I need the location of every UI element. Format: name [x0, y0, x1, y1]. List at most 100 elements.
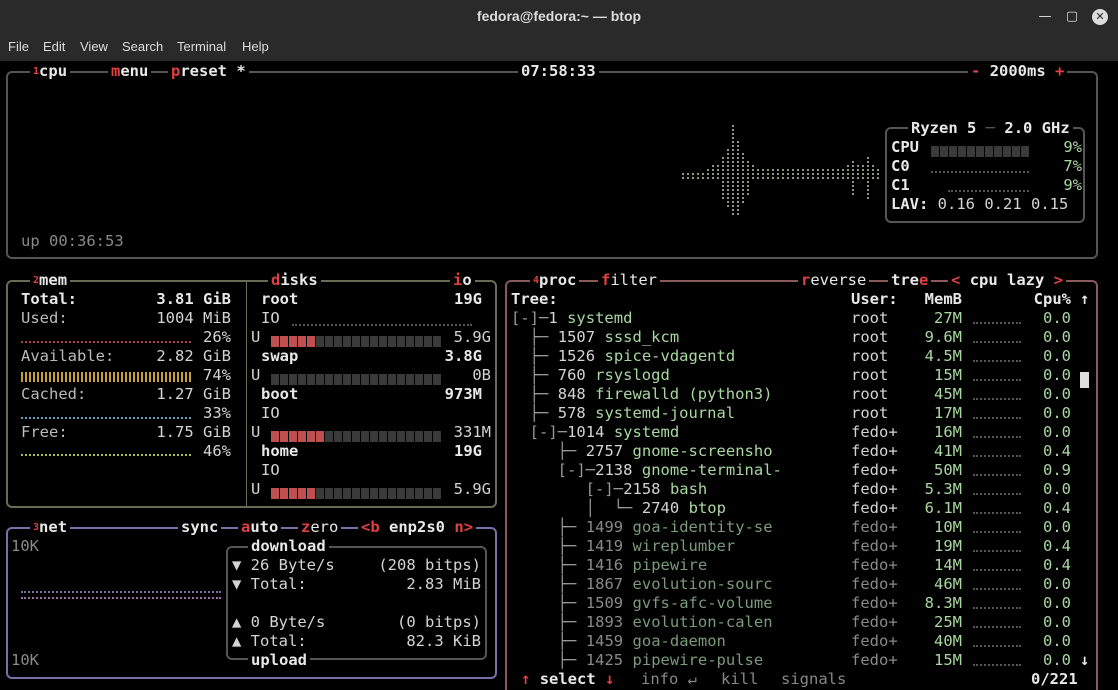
mem-used-value: 1004 MiB [156, 309, 231, 327]
menu-search[interactable]: Search [122, 39, 163, 54]
cpu-graph-dot [827, 169, 829, 171]
cpu-preset-button[interactable]: preset * [168, 62, 249, 81]
process-cpu: 0.4 [1043, 556, 1071, 574]
process-row[interactable]: ├─ 1509 gvfs-afc-volume fedo+ 8.3M 0.0 [511, 594, 1079, 613]
process-row[interactable]: ├─ 1507 sssd_kcm root 9.6M 0.0 [511, 328, 1079, 347]
net-download-graph [21, 591, 221, 593]
proc-info-button[interactable]: info ↵ [638, 670, 701, 689]
menu-view[interactable]: View [80, 39, 108, 54]
proc-reverse-toggle[interactable]: reverse [798, 271, 870, 290]
cpu-interval[interactable]: - 2000ms + [968, 62, 1068, 81]
proc-filter-button[interactable]: filter [598, 271, 661, 290]
process-row[interactable]: ├─ 1459 goa-daemon fedo+ 40M 0.0 [511, 632, 1079, 651]
process-row[interactable]: ├─ 1526 spice-vdagentd root 4.5M 0.0 [511, 347, 1079, 366]
process-row[interactable]: ├─ 578 systemd-journal root 17M 0.0 [511, 404, 1079, 423]
proc-header-tree[interactable]: Tree: [511, 290, 558, 309]
process-row[interactable]: [-]─ 1014 systemd fedo+ 16M 0.0 [511, 423, 1079, 442]
proc-select-control[interactable]: ↑ select ↓ [518, 670, 618, 689]
cpu-graph-dot [832, 173, 834, 175]
disk-swap-used: 0B [472, 366, 491, 384]
cpu-graph-dot [827, 173, 829, 175]
cpu-graph-dot [807, 177, 809, 179]
proc-header-mem[interactable]: MemB [910, 290, 962, 309]
disks-io-toggle[interactable]: io [450, 271, 475, 290]
cpu-graph-dot [762, 169, 764, 171]
process-tree-branch: [-]─ [511, 423, 567, 441]
cpu-graph-dot [742, 197, 744, 199]
proc-tree-toggle[interactable]: tree [888, 271, 932, 290]
net-interface-selector[interactable]: <b enp2s0 n> [358, 518, 477, 537]
net-sync-toggle[interactable]: sync [178, 518, 222, 537]
maximize-icon[interactable]: ▢ [1064, 9, 1080, 25]
process-row[interactable]: [-]─ 2158 bash fedo+ 5.3M 0.0 [511, 480, 1079, 499]
cpu-graph-dot [792, 169, 794, 171]
process-tree-branch: ├─ [511, 575, 586, 593]
process-row[interactable]: ├─ 1867 evolution-sourc fedo+ 46M 0.0 [511, 575, 1079, 594]
disk-root-size: 19G [454, 290, 482, 308]
cpu-graph-dot [762, 173, 764, 175]
core1-label: C1 [891, 176, 910, 194]
disk-boot-used-label: U [251, 423, 261, 441]
cpu-graph-dot [722, 177, 724, 179]
proc-header-cpu[interactable]: Cpu% [1020, 290, 1071, 309]
process-row[interactable]: ├─ 2757 gnome-screensho fedo+ 41M 0.4 [511, 442, 1079, 461]
net-zero-toggle[interactable]: zero [298, 518, 342, 537]
cpu-graph-dot [737, 161, 739, 163]
process-cpu-graph [973, 379, 1021, 381]
cpu-menu-button[interactable]: menu [108, 62, 152, 81]
net-auto-toggle[interactable]: auto [238, 518, 282, 537]
proc-header-user[interactable]: User: [851, 290, 898, 309]
proc-signals-button[interactable]: signals [778, 670, 850, 689]
cpu-graph-dot [732, 205, 734, 207]
menu-help[interactable]: Help [242, 39, 269, 54]
cpu-graph-dot [727, 153, 729, 155]
disks-title[interactable]: disks [268, 271, 321, 290]
process-cpu: 0.0 [1043, 651, 1071, 669]
proc-kill-button[interactable]: kill [718, 670, 762, 689]
cpu-graph-dot [832, 177, 834, 179]
proc-sort-selector[interactable]: < cpu lazy > [948, 271, 1067, 290]
window-titlebar[interactable]: fedora@fedora:~ — btop — ▢ ✕ [0, 0, 1118, 34]
disk-home-used: 5.9G [453, 480, 491, 498]
scroll-up-icon[interactable]: ↑ [1080, 290, 1089, 309]
process-row[interactable]: ├─ 1419 wireplumber fedo+ 19M 0.4 [511, 537, 1079, 556]
cpu-graph-dot [807, 169, 809, 171]
terminal-area[interactable]: 1cpu menu preset * 07:58:33 - 2000ms + u… [0, 61, 1118, 690]
mem-used-pct: 26% [203, 328, 231, 346]
menu-file[interactable]: File [8, 39, 29, 54]
cpu-graph-dot [842, 169, 844, 171]
menu-edit[interactable]: Edit [43, 39, 65, 54]
cpu-graph-dot [732, 193, 734, 195]
net-upload-bits: (0 bitps) [397, 613, 481, 631]
process-name: rsyslogd [595, 366, 670, 384]
cpu-graph-dot [752, 169, 754, 171]
process-pid: 2138 [595, 461, 633, 479]
menu-terminal[interactable]: Terminal [177, 39, 226, 54]
process-row[interactable]: ├─ 760 rsyslogd root 15M 0.0 [511, 366, 1079, 385]
process-name: goa-identity-se [632, 518, 773, 536]
core0-label: C0 [891, 157, 910, 175]
cpu-graph-dot [727, 205, 729, 207]
process-cpu-graph [973, 474, 1021, 476]
process-row[interactable]: │ └─ 2740 btop fedo+ 6.1M 0.4 [511, 499, 1079, 518]
process-cpu: 0.0 [1043, 632, 1071, 650]
process-tree-branch: ├─ [511, 347, 558, 365]
process-row[interactable]: [-]─ 1 systemd root 27M 0.0 [511, 309, 1079, 328]
proc-scrollbar[interactable] [1080, 372, 1089, 388]
cpu-graph-dot [722, 197, 724, 199]
cpu-graph-dot [737, 177, 739, 179]
uptime: up 00:36:53 [21, 232, 124, 250]
close-icon[interactable]: ✕ [1092, 9, 1108, 25]
process-cpu: 0.0 [1043, 518, 1071, 536]
process-row[interactable]: ├─ 1499 goa-identity-se fedo+ 10M 0.0 [511, 518, 1079, 537]
process-row[interactable]: ├─ 1893 evolution-calen fedo+ 25M 0.0 [511, 613, 1079, 632]
process-user: root [851, 404, 889, 422]
process-row[interactable]: [-]─ 2138 gnome-terminal-fedo+ 50M 0.9 [511, 461, 1079, 480]
scroll-down-icon[interactable]: ↓ [1080, 651, 1089, 670]
process-row[interactable]: ├─ 1416 pipewire fedo+ 14M 0.4 [511, 556, 1079, 575]
minimize-icon[interactable]: — [1037, 9, 1053, 25]
cpu-graph-dot [797, 169, 799, 171]
process-row[interactable]: ├─ 848 firewalld (python3) root 45M 0.0 [511, 385, 1079, 404]
process-row[interactable]: ├─ 1425 pipewire-pulse fedo+ 15M 0.0 [511, 651, 1079, 670]
process-tree-branch: ├─ [511, 404, 558, 422]
